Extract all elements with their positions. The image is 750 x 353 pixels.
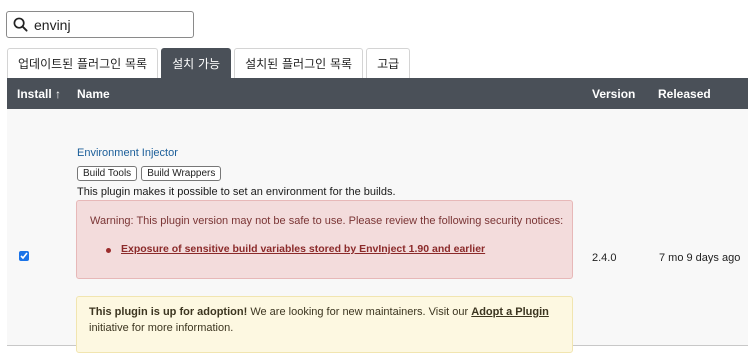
- install-column-header[interactable]: Install ↑: [17, 87, 61, 101]
- search-input[interactable]: [34, 14, 174, 35]
- plugins-table: Install ↑ Name Version Released Environm…: [7, 78, 748, 353]
- label-build-tools[interactable]: Build Tools: [77, 166, 138, 181]
- label-build-wrappers[interactable]: Build Wrappers: [141, 166, 222, 181]
- security-notice-link[interactable]: Exposure of sensitive build variables st…: [121, 243, 485, 255]
- adoption-text: We are looking for new maintainers. Visi…: [247, 306, 472, 318]
- plugin-labels: Build Tools Build Wrappers: [77, 166, 225, 181]
- search-box[interactable]: [6, 11, 194, 38]
- security-warning-text: Warning: This plugin version may not be …: [90, 215, 564, 227]
- tab-advanced[interactable]: 고급: [366, 48, 411, 78]
- install-checkbox[interactable]: [19, 251, 29, 261]
- tab-updates[interactable]: 업데이트된 플러그인 목록: [7, 48, 159, 78]
- tab-bar: 업데이트된 플러그인 목록 설치 가능 설치된 플러그인 목록 고급: [7, 47, 413, 78]
- adoption-title: This plugin is up for adoption!: [89, 306, 248, 318]
- security-warning: Warning: This plugin version may not be …: [76, 200, 573, 279]
- adoption-notice: This plugin is up for adoption! We are l…: [76, 296, 573, 353]
- bullet-icon: [106, 248, 111, 253]
- adoption-text-end: initiative for more information.: [89, 322, 234, 334]
- adopt-plugin-link[interactable]: Adopt a Plugin: [471, 306, 549, 318]
- version-column-header[interactable]: Version: [592, 87, 635, 101]
- search-icon: [13, 17, 28, 32]
- name-column-header[interactable]: Name: [77, 87, 110, 101]
- tab-available[interactable]: 설치 가능: [161, 48, 232, 78]
- table-header: Install ↑ Name Version Released: [7, 78, 748, 109]
- released-column-header[interactable]: Released: [658, 87, 711, 101]
- table-row: Environment Injector Build Tools Build W…: [7, 109, 748, 353]
- plugin-released: 7 mo 9 days ago: [659, 252, 741, 264]
- plugin-description: This plugin makes it possible to set an …: [77, 186, 396, 198]
- tab-installed[interactable]: 설치된 플러그인 목록: [234, 48, 364, 78]
- plugin-version: 2.4.0: [592, 252, 617, 264]
- plugin-name-link[interactable]: Environment Injector: [77, 147, 178, 159]
